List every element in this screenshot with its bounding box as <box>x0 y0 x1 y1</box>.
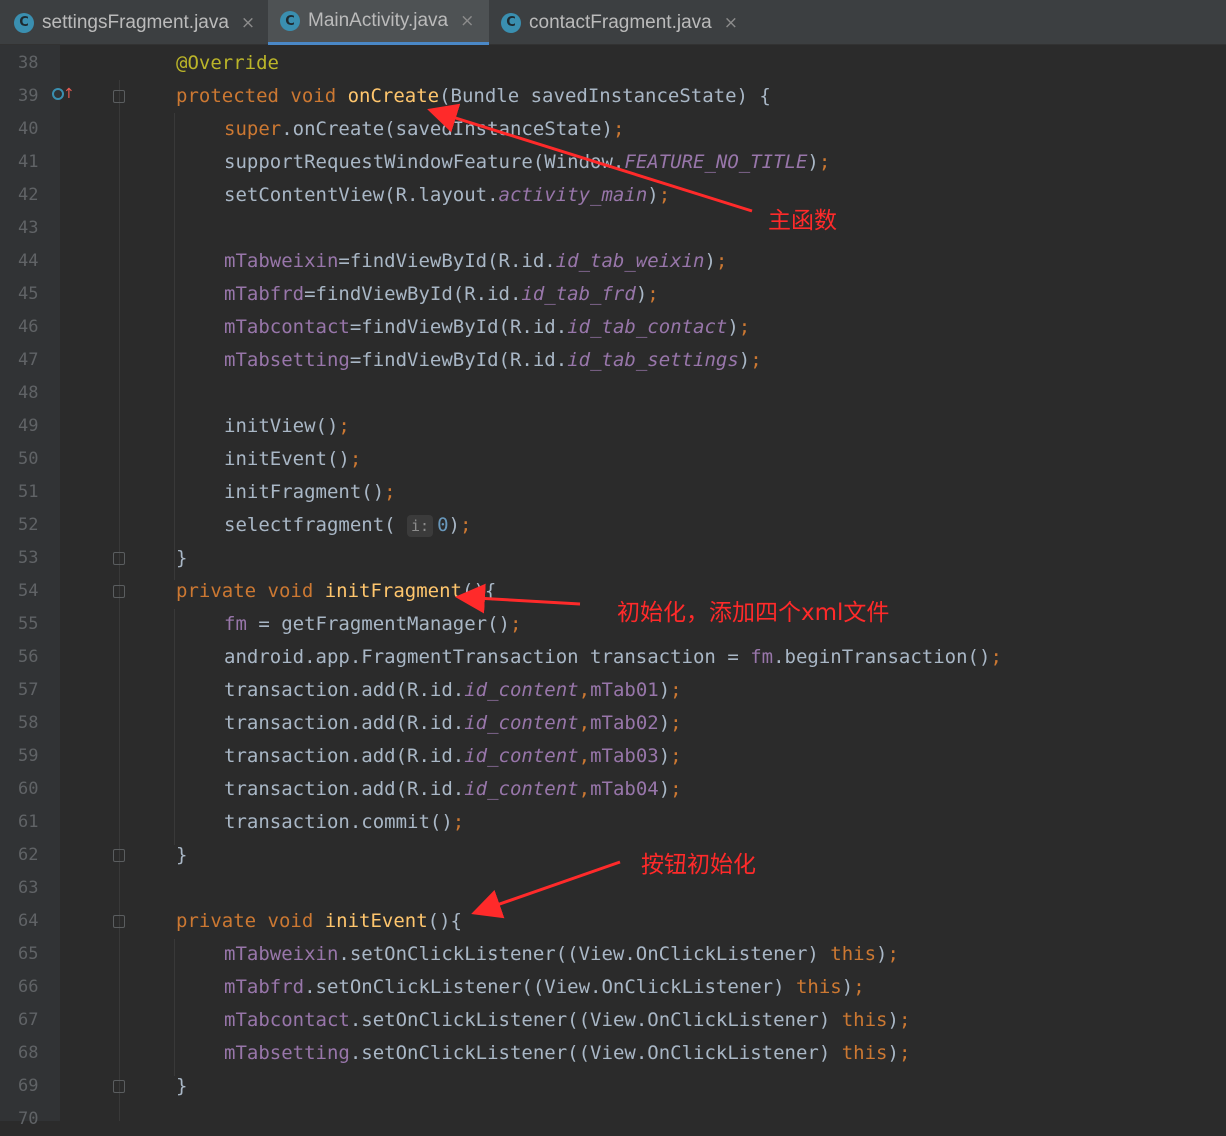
annotation-arrows <box>427 103 753 919</box>
arrow-init-event <box>471 860 621 919</box>
arrow-main-function <box>427 103 753 213</box>
annotation-init-event: 按钮初始化 <box>641 852 756 878</box>
annotation-main-function: 主函数 <box>768 208 837 234</box>
annotation-init-fragment: 初始化，添加四个xml文件 <box>617 600 890 626</box>
arrow-init-fragment <box>455 583 581 614</box>
